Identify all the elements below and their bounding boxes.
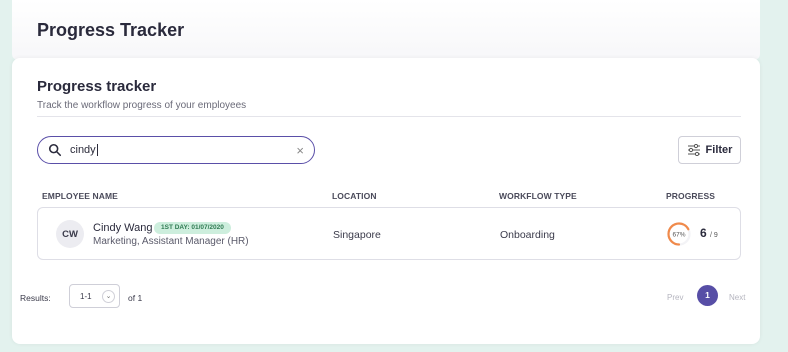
employee-name[interactable]: Cindy Wang [93,222,153,234]
progress-ring: 67% [667,222,691,246]
progress-card: Progress tracker Track the workflow prog… [12,58,760,344]
column-header-location[interactable]: LOCATION [332,191,377,201]
results-range-select[interactable]: 1-1 ⌄ [69,284,120,308]
section-title: Progress tracker [37,78,157,95]
first-day-badge: 1ST DAY: 01/07/2020 [154,222,231,234]
page-1-button[interactable]: 1 [697,285,718,306]
progress-count: 6 / 9 [700,226,718,240]
sliders-icon [687,144,700,156]
table-row[interactable]: CW Cindy Wang 1ST DAY: 01/07/2020 Market… [37,207,741,260]
search-text[interactable]: cindy [70,144,296,157]
divider [37,116,741,117]
next-page-button[interactable]: Next [729,293,745,302]
close-icon[interactable]: × [296,143,304,158]
filter-label: Filter [705,144,733,156]
section-subtitle: Track the workflow progress of your empl… [37,100,247,111]
search-input[interactable]: cindy × [37,136,315,164]
range-value: 1-1 [80,292,92,301]
workflow-type: Onboarding [500,229,555,241]
employee-location: Singapore [333,229,381,241]
column-header-employee[interactable]: EMPLOYEE NAME [42,191,118,201]
column-header-progress[interactable]: PROGRESS [666,191,715,201]
filter-button[interactable]: Filter [678,136,741,164]
top-header: Progress Tracker [12,0,760,60]
chevron-down-icon[interactable]: ⌄ [102,290,115,303]
search-icon [48,143,62,157]
page-title: Progress Tracker [37,20,185,40]
total-pages-label: of 1 [128,293,143,303]
employee-role: Marketing, Assistant Manager (HR) [93,236,249,247]
avatar: CW [56,220,84,248]
column-header-workflow[interactable]: WORKFLOW TYPE [499,191,577,201]
progress-total: / 9 [710,232,718,239]
results-label: Results: [20,293,51,303]
progress-percent: 67% [672,232,685,239]
prev-page-button[interactable]: Prev [667,293,683,302]
